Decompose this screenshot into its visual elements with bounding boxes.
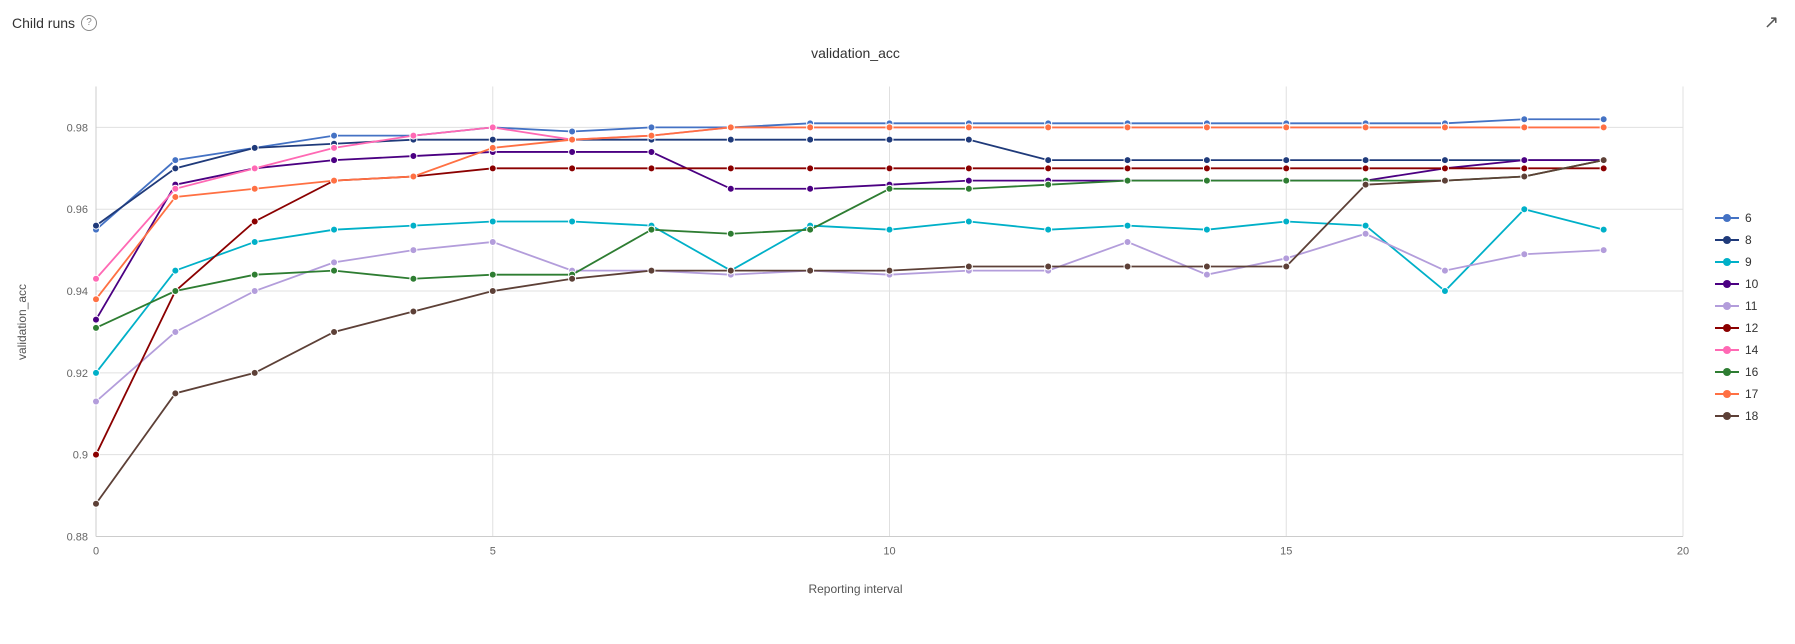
chart-area: validation_acc validation_acc 0.88 0.9 0.9… — [8, 37, 1783, 597]
legend-label-8: 8 — [1745, 233, 1752, 247]
legend-item-10: 10 — [1715, 277, 1775, 291]
legend-label-6: 6 — [1745, 211, 1752, 225]
legend-item-18: 18 — [1715, 409, 1775, 423]
legend-label-16: 16 — [1745, 365, 1758, 379]
main-container: Child runs ? ↗ validation_acc validation… — [0, 0, 1795, 644]
legend-item-16: 16 — [1715, 365, 1775, 379]
svg-text:5: 5 — [490, 546, 496, 558]
svg-text:0.98: 0.98 — [67, 122, 88, 134]
legend-item-6: 6 — [1715, 211, 1775, 225]
chart-svg: 0.88 0.9 0.92 0.94 0.96 0.98 0 5 10 15 20 — [36, 65, 1703, 578]
header-left: Child runs ? — [12, 15, 97, 31]
chart-wrapper: validation_acc validation_acc 0.88 0.9 0.9… — [8, 37, 1703, 597]
x-axis-label: Reporting interval — [8, 578, 1703, 600]
legend-item-17: 17 — [1715, 387, 1775, 401]
chart-plot: 0.88 0.9 0.92 0.94 0.96 0.98 0 5 10 15 20 — [36, 65, 1703, 578]
legend-label-11: 11 — [1745, 299, 1757, 313]
svg-text:10: 10 — [883, 546, 895, 558]
chart-inner: validation_acc 0.88 0.9 0.92 0.94 0.96 0.98 0 5… — [8, 65, 1703, 578]
header: Child runs ? ↗ — [8, 8, 1783, 33]
expand-icon[interactable]: ↗ — [1764, 12, 1779, 33]
svg-text:0.96: 0.96 — [67, 204, 88, 216]
chart-title: validation_acc — [8, 37, 1703, 65]
svg-text:0.88: 0.88 — [67, 532, 88, 544]
child-runs-title: Child runs — [12, 15, 75, 31]
legend-label-12: 12 — [1745, 321, 1758, 335]
svg-text:0.92: 0.92 — [67, 368, 88, 380]
legend-item-9: 9 — [1715, 255, 1775, 269]
legend-item-14: 14 — [1715, 343, 1775, 357]
legend-label-17: 17 — [1745, 387, 1758, 401]
svg-text:20: 20 — [1677, 546, 1689, 558]
legend-item-11: 11 — [1715, 299, 1775, 313]
y-axis-label: validation_acc — [8, 65, 36, 578]
svg-text:15: 15 — [1280, 546, 1292, 558]
legend-item-8: 8 — [1715, 233, 1775, 247]
svg-text:0: 0 — [93, 546, 99, 558]
svg-text:0.9: 0.9 — [73, 450, 88, 462]
legend-label-10: 10 — [1745, 277, 1758, 291]
help-icon[interactable]: ? — [81, 15, 97, 31]
legend-item-12: 12 — [1715, 321, 1775, 335]
legend: 6 8 9 10 11 12 14 16 — [1703, 37, 1783, 597]
legend-label-14: 14 — [1745, 343, 1758, 357]
svg-text:0.94: 0.94 — [67, 286, 88, 298]
legend-label-9: 9 — [1745, 255, 1752, 269]
legend-label-18: 18 — [1745, 409, 1758, 423]
